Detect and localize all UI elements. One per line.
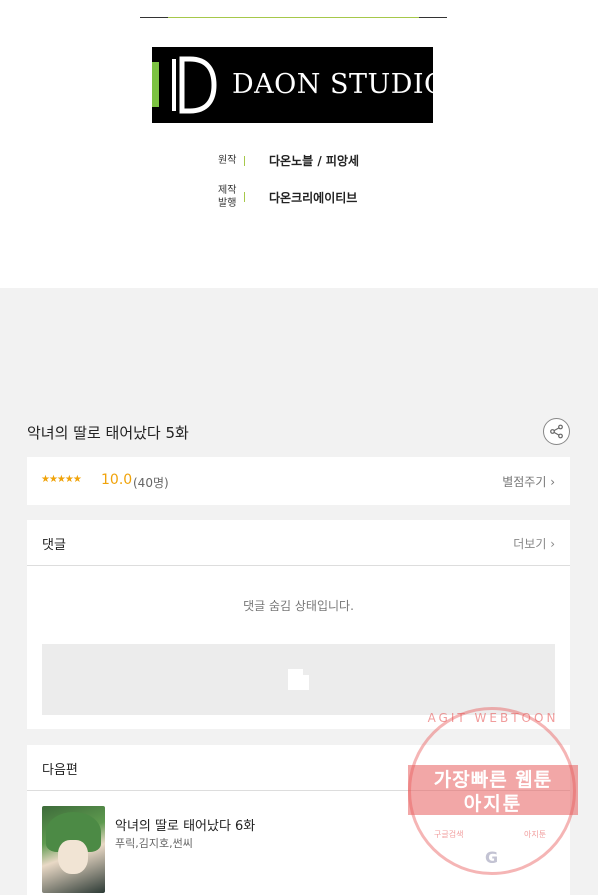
rating-card: ★★★★★ 10.0 (40명) 별점주기 › — [27, 457, 570, 505]
image-placeholder-icon — [288, 669, 309, 690]
divider-middle — [168, 17, 419, 18]
credits-section: DAON STUDIO 원작 다온노블 / 피앙세 제작 발행 다온크리에이티브 — [0, 0, 598, 288]
logo-d-mark-icon — [172, 56, 217, 114]
credit-production-label: 제작 발행 — [218, 184, 244, 210]
next-episode-link[interactable]: 악녀의 딸로 태어났다 6화 — [115, 815, 255, 834]
next-episode-title: 다음편 — [42, 763, 78, 778]
episode-title: 악녀의 딸로 태어났다 5화 — [27, 424, 189, 442]
logo-text: DAON STUDIO — [232, 69, 447, 100]
thumbnail-face — [58, 840, 88, 874]
next-episode-thumbnail[interactable] — [42, 806, 105, 893]
rating-count: (40명) — [133, 476, 169, 490]
logo-green-bar — [152, 62, 159, 107]
divider-left — [140, 17, 168, 18]
daon-studio-logo: DAON STUDIO — [152, 47, 446, 123]
divider-right — [419, 17, 447, 18]
comments-hidden-message: 댓글 숨김 상태입니다. — [243, 599, 354, 613]
credit-production-value: 다온크리에이티브 — [269, 190, 358, 205]
credit-original-label: 원작 — [218, 155, 237, 166]
watermark-bottom-left: 구글검색 — [434, 830, 464, 839]
comments-title: 댓글 — [42, 538, 66, 553]
credit-production-label-1: 제작 — [218, 185, 237, 196]
credit-original-value: 다온노블 / 피앙세 — [269, 154, 360, 168]
credit-production: 제작 발행 다온크리에이티브 — [218, 184, 357, 210]
comments-more-button[interactable]: 더보기 › — [513, 535, 555, 552]
credit-original: 원작 다온노블 / 피앙세 — [218, 152, 359, 169]
credit-production-label-2: 발행 — [218, 198, 237, 209]
watermark-arc-text: AGIT WEBTOON — [427, 711, 559, 725]
rate-button[interactable]: 별점주기 › — [502, 473, 555, 490]
rating-score: 10.0 — [101, 472, 133, 488]
credit-separator — [244, 192, 245, 202]
comments-header: 댓글 더보기 › — [27, 520, 570, 566]
share-icon — [550, 424, 563, 439]
next-episode-authors: 푸릭,김지호,썬씨 — [115, 837, 193, 850]
credit-separator — [244, 155, 245, 166]
watermark-line1: 가장빠른 웹툰 — [433, 769, 553, 791]
watermark-stamp: AGIT WEBTOON 가장빠른 웹툰 아지툰 구글검색 아지툰 G — [408, 707, 578, 877]
google-logo-icon: G — [485, 848, 499, 867]
watermark-bottom-right: 아지툰 — [524, 830, 547, 839]
watermark-line2: 아지툰 — [463, 793, 523, 815]
comments-card: 댓글 더보기 › 댓글 숨김 상태입니다. — [27, 520, 570, 729]
ad-placeholder — [42, 644, 555, 715]
rating-stars: ★★★★★ — [41, 474, 82, 485]
share-button[interactable] — [543, 418, 570, 445]
